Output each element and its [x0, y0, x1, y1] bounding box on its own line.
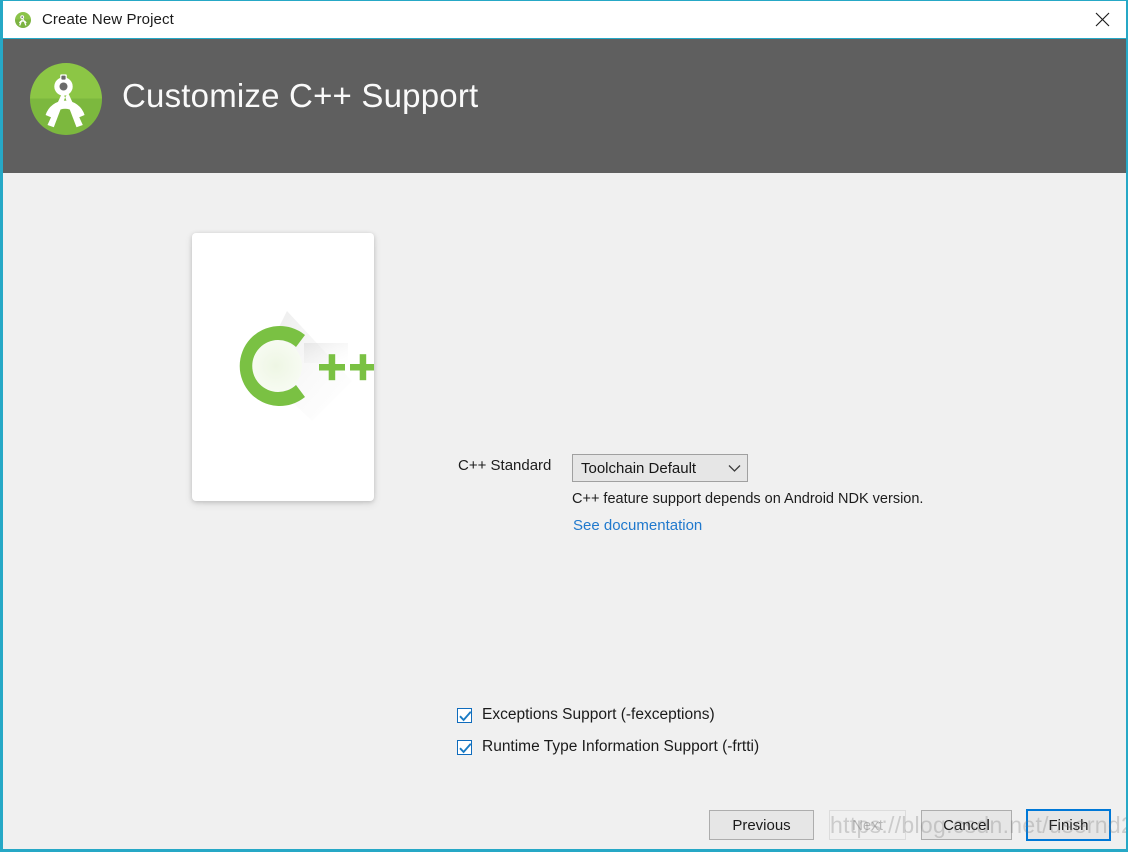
exceptions-support-checkbox[interactable]	[457, 708, 472, 723]
previous-button[interactable]: Previous	[709, 810, 814, 840]
checkmark-icon	[459, 711, 472, 722]
finish-button[interactable]: Finish	[1026, 809, 1111, 841]
android-studio-icon	[15, 12, 31, 28]
rtti-support-checkbox-row[interactable]: Runtime Type Information Support (-frtti…	[457, 738, 759, 756]
dialog-header: Customize C++ Support	[3, 39, 1126, 173]
close-icon[interactable]	[1079, 1, 1126, 38]
cancel-button[interactable]: Cancel	[921, 810, 1012, 840]
window-frame-left	[0, 0, 3, 852]
exceptions-support-label: Exceptions Support (-fexceptions)	[482, 706, 715, 724]
cpp-logo-card	[192, 233, 374, 501]
chevron-down-icon	[721, 464, 747, 473]
rtti-support-checkbox[interactable]	[457, 740, 472, 755]
cpp-standard-select[interactable]: Toolchain Default	[572, 454, 748, 482]
checkmark-icon	[459, 743, 472, 754]
see-documentation-link[interactable]: See documentation	[573, 517, 702, 534]
dialog-body: C++ Standard Toolchain Default C++ featu…	[3, 173, 1126, 849]
cpp-logo-icon	[192, 233, 374, 501]
rtti-support-label: Runtime Type Information Support (-frtti…	[482, 738, 759, 756]
exceptions-support-checkbox-row[interactable]: Exceptions Support (-fexceptions)	[457, 706, 715, 724]
create-new-project-dialog: Create New Project Customize C++ Support	[0, 0, 1128, 852]
cpp-standard-hint: C++ feature support depends on Android N…	[572, 491, 923, 507]
android-studio-logo	[30, 63, 102, 135]
cpp-standard-label: C++ Standard	[458, 457, 551, 474]
title-bar: Create New Project	[3, 1, 1126, 39]
cpp-standard-value: Toolchain Default	[581, 460, 721, 477]
window-frame-top	[0, 0, 1128, 1]
page-title: Customize C++ Support	[122, 77, 478, 115]
window-title: Create New Project	[42, 11, 174, 28]
next-button: Next	[829, 810, 906, 840]
